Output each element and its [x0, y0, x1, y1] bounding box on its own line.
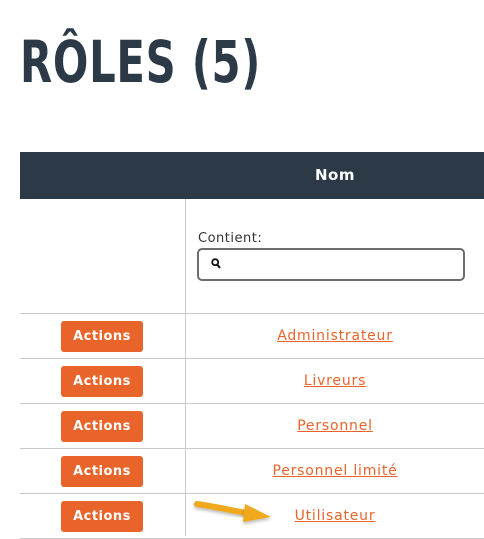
- actions-button[interactable]: Actions: [61, 456, 143, 487]
- role-link-personnel-limite[interactable]: Personnel limité: [186, 449, 484, 493]
- actions-button[interactable]: Actions: [61, 321, 143, 352]
- actions-button[interactable]: Actions: [61, 411, 143, 442]
- role-link-personnel[interactable]: Personnel: [186, 404, 484, 448]
- table-row: Actions Livreurs: [20, 359, 484, 404]
- table-row: Actions Administrateur: [20, 314, 484, 359]
- filter-label: Contient:: [198, 231, 263, 246]
- role-link-administrateur[interactable]: Administrateur: [186, 314, 484, 358]
- actions-button[interactable]: Actions: [61, 501, 143, 532]
- table-row: Actions Personnel: [20, 404, 484, 449]
- table-row: Actions Personnel limité: [20, 449, 484, 494]
- actions-button[interactable]: Actions: [61, 366, 143, 397]
- search-input[interactable]: [229, 252, 458, 278]
- role-link-livreurs[interactable]: Livreurs: [186, 359, 484, 403]
- page-title: RÔLES (5): [20, 28, 262, 96]
- filter-row: Contient:: [20, 199, 484, 314]
- roles-table: Nom Contient: Actions Administrateur Act…: [20, 152, 484, 539]
- column-header-nom[interactable]: Nom: [186, 152, 484, 199]
- table-header: Nom: [20, 152, 484, 199]
- arrow-right-icon: [194, 501, 271, 522]
- filter-field[interactable]: [197, 248, 465, 281]
- search-icon: [211, 258, 221, 269]
